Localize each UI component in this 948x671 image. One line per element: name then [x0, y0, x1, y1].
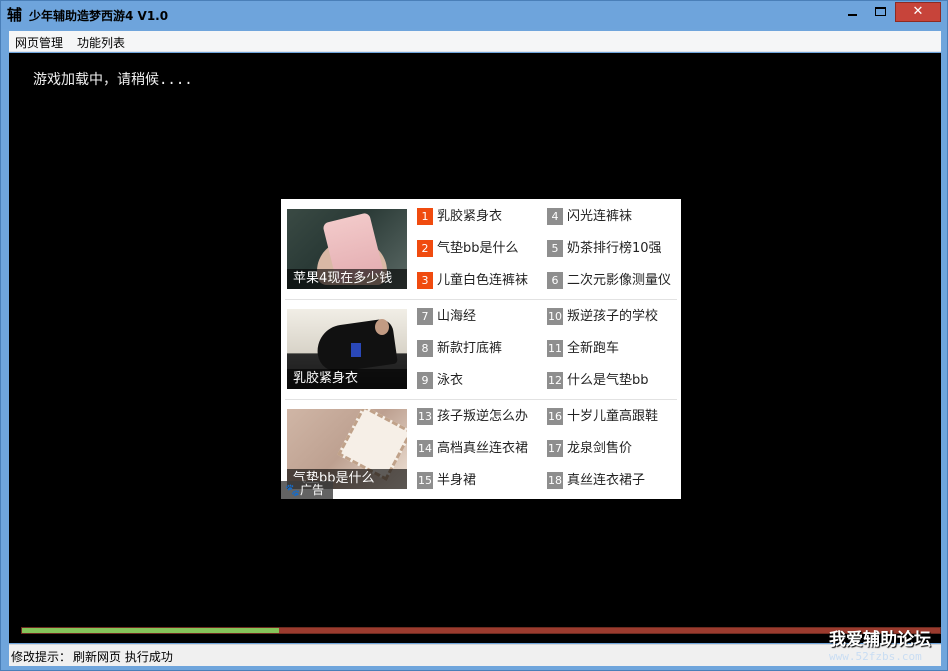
rank-number: 2: [417, 240, 433, 257]
progress-fill: [22, 628, 279, 633]
ad-link[interactable]: 5 奶茶排行榜10强: [547, 239, 675, 259]
rank-number: 17: [547, 440, 563, 457]
ad-group: 乳胶紧身衣 7 山海经 8 新款打底裤 9 泳衣 10 叛逆孩子的学校 11 全新跑车 1…: [287, 307, 675, 399]
ad-link-label: 高档真丝连衣裙: [437, 441, 529, 456]
ad-link[interactable]: 7 山海经: [417, 307, 541, 327]
ad-link[interactable]: 6 二次元影像测量仪: [547, 271, 675, 291]
rank-number: 9: [417, 372, 433, 389]
ad-link[interactable]: 2 气垫bb是什么: [417, 239, 541, 259]
loading-progress-bar: [21, 627, 941, 634]
maximize-button[interactable]: [867, 2, 893, 22]
minimize-button[interactable]: [839, 2, 865, 22]
ad-thumbnail[interactable]: 乳胶紧身衣: [287, 309, 407, 389]
rank-number: 16: [547, 408, 563, 425]
rank-number: 8: [417, 340, 433, 357]
status-message: 刷新网页 执行成功: [73, 650, 173, 664]
ad-link[interactable]: 9 泳衣: [417, 371, 541, 391]
rank-number: 5: [547, 240, 563, 257]
title-bar[interactable]: 辅 少年辅助造梦西游4 V1.0 ✕: [1, 1, 947, 29]
ad-link[interactable]: 8 新款打底裤: [417, 339, 541, 359]
watermark: 我爱辅助论坛 www.52fzbs.com: [829, 625, 945, 669]
ad-link-label: 气垫bb是什么: [437, 241, 519, 256]
ad-link[interactable]: 16 十岁儿童高跟鞋: [547, 407, 675, 427]
ad-link-label: 乳胶紧身衣: [437, 209, 503, 224]
ad-link-label: 新款打底裤: [437, 341, 503, 356]
ad-link-label: 十岁儿童高跟鞋: [567, 409, 659, 424]
ad-thumbnail[interactable]: 气垫bb是什么: [287, 409, 407, 489]
menu-item-function-list[interactable]: 功能列表: [77, 34, 125, 51]
ad-group: 气垫bb是什么 13 孩子叛逆怎么办 14 高档真丝连衣裙 15 半身裙 16 十岁儿童…: [287, 407, 675, 499]
rank-number: 11: [547, 340, 563, 357]
ad-link[interactable]: 12 什么是气垫bb: [547, 371, 675, 391]
ad-link-label: 半身裙: [437, 473, 477, 488]
ad-link[interactable]: 3 儿童白色连裤袜: [417, 271, 541, 291]
ad-link[interactable]: 17 龙泉剑售价: [547, 439, 675, 459]
ad-link[interactable]: 18 真丝连衣裙子: [547, 471, 675, 491]
rank-number: 1: [417, 208, 433, 225]
ad-link[interactable]: 11 全新跑车: [547, 339, 675, 359]
ad-link[interactable]: 4 闪光连裤袜: [547, 207, 675, 227]
ad-link-label: 什么是气垫bb: [567, 373, 649, 388]
ad-link[interactable]: 10 叛逆孩子的学校: [547, 307, 675, 327]
ad-link[interactable]: 1 乳胶紧身衣: [417, 207, 541, 227]
status-label: 修改提示：: [11, 650, 72, 664]
game-view[interactable]: 游戏加载中，请稍候.... 苹果4现在多少钱 1 乳胶紧身衣 2 气垫bb是什么 3…: [9, 53, 941, 643]
ad-link-label: 闪光连裤袜: [567, 209, 633, 224]
ad-link-label: 全新跑车: [567, 341, 620, 356]
ad-thumbnail-caption: 乳胶紧身衣: [287, 369, 407, 389]
maximize-icon: [875, 7, 886, 16]
rank-number: 10: [547, 308, 563, 325]
menu-item-page-manage[interactable]: 网页管理: [15, 34, 63, 51]
watermark-title: 我爱辅助论坛: [829, 630, 931, 650]
divider: [285, 399, 677, 400]
ad-link-label: 龙泉剑售价: [567, 441, 633, 456]
ad-thumbnail-caption: 苹果4现在多少钱: [287, 269, 407, 289]
rank-number: 14: [417, 440, 433, 457]
ad-link-label: 孩子叛逆怎么办: [437, 409, 529, 424]
close-icon: ✕: [912, 4, 924, 19]
rank-number: 12: [547, 372, 563, 389]
ad-group: 苹果4现在多少钱 1 乳胶紧身衣 2 气垫bb是什么 3 儿童白色连裤袜 4 闪光连裤袜…: [287, 207, 675, 299]
status-bar: 修改提示： 刷新网页 执行成功: [9, 644, 941, 666]
watermark-url: www.52fzbs.com: [829, 650, 922, 663]
rank-number: 4: [547, 208, 563, 225]
ad-link-label: 叛逆孩子的学校: [567, 309, 659, 324]
ad-link[interactable]: 15 半身裙: [417, 471, 541, 491]
rank-number: 6: [547, 272, 563, 289]
window-title: 少年辅助造梦西游4 V1.0: [29, 9, 169, 23]
ad-link-label: 儿童白色连裤袜: [437, 273, 529, 288]
ad-link-label: 奶茶排行榜10强: [567, 241, 662, 256]
app-window: 辅 少年辅助造梦西游4 V1.0 ✕ 网页管理 功能列表 游戏加载中，请稍候..…: [0, 0, 948, 671]
rank-number: 3: [417, 272, 433, 289]
ad-link-label: 二次元影像测量仪: [567, 273, 672, 288]
rank-number: 18: [547, 472, 563, 489]
minimize-icon: [848, 14, 857, 16]
rank-number: 7: [417, 308, 433, 325]
ad-link[interactable]: 13 孩子叛逆怎么办: [417, 407, 541, 427]
rank-number: 13: [417, 408, 433, 425]
app-icon: 辅: [7, 6, 23, 24]
ad-link-label: 真丝连衣裙子: [567, 473, 646, 488]
ad-panel[interactable]: 苹果4现在多少钱 1 乳胶紧身衣 2 气垫bb是什么 3 儿童白色连裤袜 4 闪光连裤袜…: [281, 199, 681, 499]
ad-link-label: 泳衣: [437, 373, 464, 388]
ad-badge-label: 广告: [299, 483, 324, 497]
loading-message: 游戏加载中，请稍候....: [33, 72, 193, 88]
ad-badge[interactable]: 🐾广告: [281, 481, 333, 499]
divider: [285, 299, 677, 300]
ad-link-label: 山海经: [437, 309, 477, 324]
ad-thumbnail[interactable]: 苹果4现在多少钱: [287, 209, 407, 289]
close-button[interactable]: ✕: [895, 2, 941, 22]
ad-link[interactable]: 14 高档真丝连衣裙: [417, 439, 541, 459]
menu-bar: 网页管理 功能列表: [9, 31, 941, 52]
paw-icon: 🐾: [285, 483, 300, 497]
rank-number: 15: [417, 472, 433, 489]
